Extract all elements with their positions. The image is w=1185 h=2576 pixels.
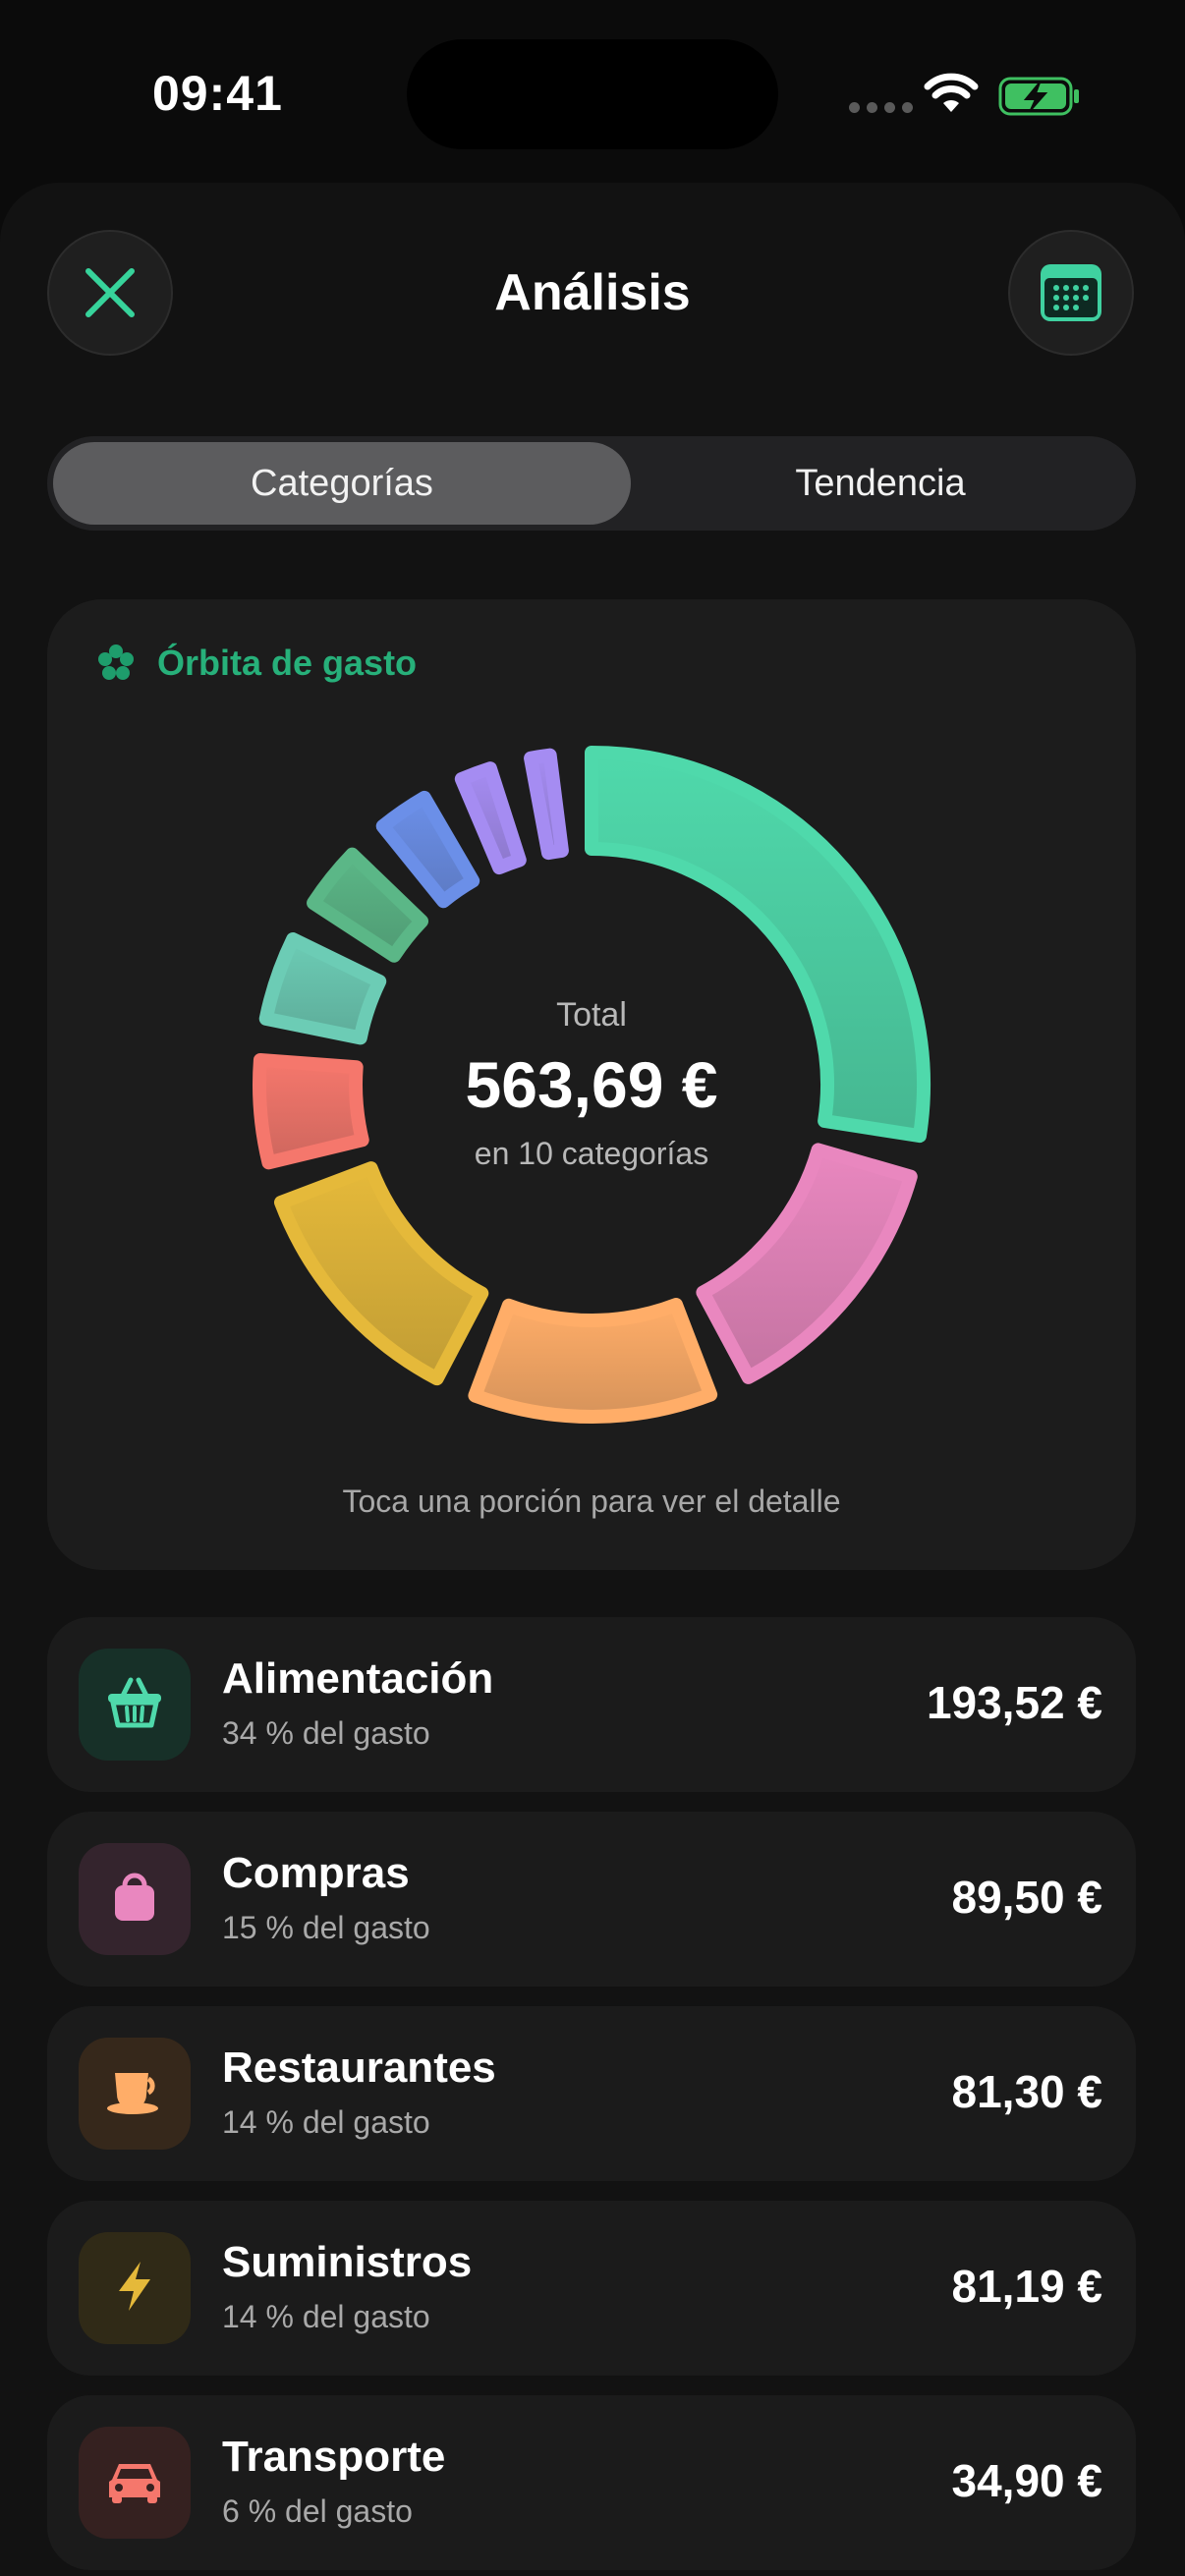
- status-bar: 09:41: [0, 0, 1185, 177]
- calendar-button[interactable]: [1008, 230, 1134, 356]
- tab-tendencia[interactable]: Tendencia: [631, 442, 1130, 525]
- category-row[interactable]: Compras 15 % del gasto 89,50 €: [47, 1812, 1136, 1987]
- donut-slice-7[interactable]: [307, 847, 429, 963]
- category-percent: 14 % del gasto: [222, 2299, 430, 2334]
- coffee-cup-icon-tile: [79, 2038, 191, 2150]
- donut-slice-10[interactable]: [524, 748, 569, 861]
- basket-icon-tile: [79, 1649, 191, 1761]
- donut-slice-restaurantes[interactable]: [468, 1298, 718, 1424]
- car-icon-tile: [79, 2427, 191, 2539]
- view-segmented-control: Categorías Tendencia: [47, 436, 1136, 531]
- cellular-signal-icon: [849, 102, 913, 113]
- category-name: Compras: [222, 1849, 410, 1897]
- category-amount: 193,52 €: [926, 1677, 1102, 1728]
- category-percent: 34 % del gasto: [222, 1715, 430, 1751]
- status-time: 09:41: [152, 66, 283, 121]
- category-name: Transporte: [222, 2433, 446, 2481]
- category-percent: 14 % del gasto: [222, 2104, 430, 2140]
- category-count: en 10 categorías: [474, 1136, 709, 1171]
- donut-slice-8[interactable]: [375, 790, 480, 909]
- category-name: Suministros: [222, 2238, 473, 2286]
- coffee-cup-icon: [105, 2067, 164, 2121]
- category-row[interactable]: Transporte 6 % del gasto 34,90 €: [47, 2395, 1136, 2570]
- category-row[interactable]: Restaurantes 14 % del gasto 81,30 €: [47, 2006, 1136, 2181]
- card-header: Órbita de gasto: [96, 643, 417, 684]
- category-name: Alimentación: [222, 1654, 494, 1703]
- category-percent: 15 % del gasto: [222, 1910, 430, 1945]
- total-label: Total: [556, 996, 627, 1034]
- category-name: Restaurantes: [222, 2044, 496, 2092]
- donut-slice-compras[interactable]: [696, 1143, 918, 1384]
- category-amount: 81,19 €: [951, 2261, 1102, 2312]
- orbit-cluster-icon: [98, 644, 134, 680]
- category-row[interactable]: Alimentación 34 % del gasto 193,52 €: [47, 1617, 1136, 1792]
- category-amount: 34,90 €: [951, 2455, 1102, 2506]
- spending-orbit-card: Órbita de gasto Total 563,69 € en 10 cat…: [47, 599, 1136, 1570]
- category-amount: 89,50 €: [951, 1872, 1102, 1923]
- tab-categorias[interactable]: Categorías: [53, 442, 631, 525]
- bolt-icon: [115, 2260, 154, 2318]
- category-row[interactable]: Suministros 14 % del gasto 81,19 €: [47, 2201, 1136, 2376]
- donut-slice-9[interactable]: [454, 761, 527, 875]
- bolt-icon-tile: [79, 2232, 191, 2344]
- battery-charging-icon: [998, 77, 1079, 116]
- dynamic-island: [407, 39, 778, 149]
- shopping-bag-icon-tile: [79, 1843, 191, 1955]
- calendar-icon: [1041, 264, 1101, 321]
- card-title: Órbita de gasto: [157, 643, 418, 683]
- category-percent: 6 % del gasto: [222, 2493, 413, 2529]
- donut-slice-suministros[interactable]: [273, 1161, 489, 1386]
- shopping-bag-icon: [111, 1872, 158, 1928]
- total-amount: 563,69 €: [465, 1048, 718, 1121]
- basket-icon: [105, 1676, 164, 1734]
- car-icon: [105, 2456, 164, 2510]
- category-amount: 81,30 €: [951, 2066, 1102, 2117]
- chart-hint: Toca una porción para ver el detalle: [342, 1484, 841, 1519]
- wifi-icon: [924, 73, 979, 112]
